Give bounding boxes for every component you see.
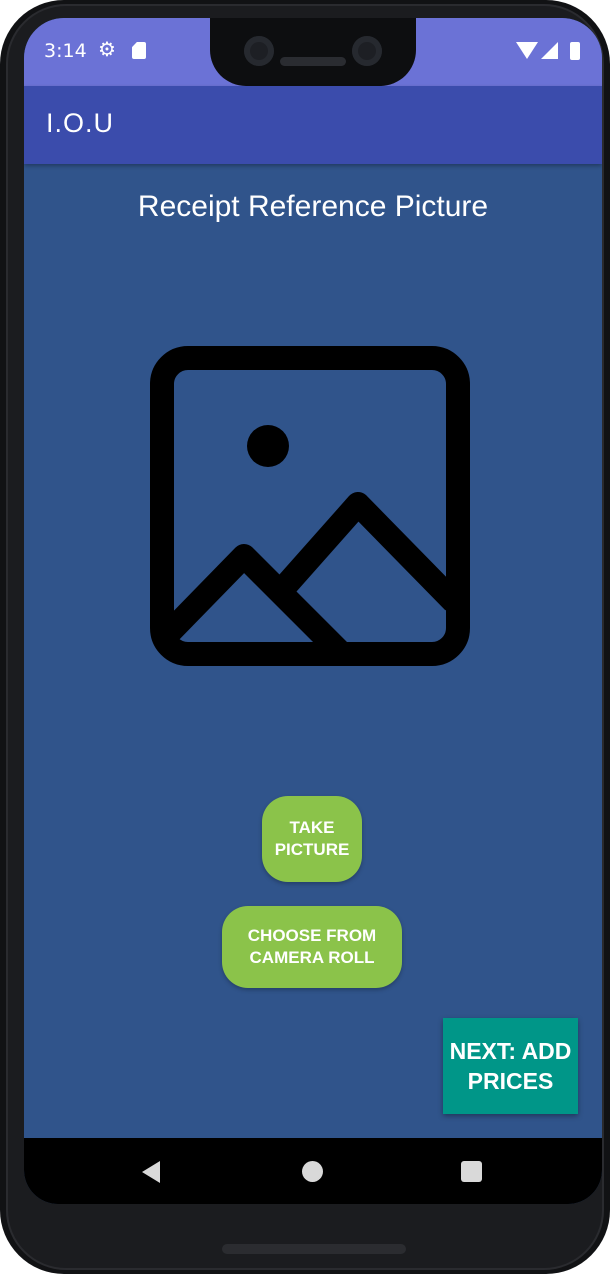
gear-icon: ⚙ xyxy=(98,39,116,61)
cell-signal-icon xyxy=(541,42,558,59)
front-camera-icon xyxy=(352,36,382,66)
battery-icon xyxy=(570,42,580,60)
sd-card-icon xyxy=(132,42,146,59)
choose-camera-roll-button[interactable]: CHOOSE FROM CAMERA ROLL xyxy=(222,906,402,988)
recents-icon[interactable] xyxy=(461,1161,482,1182)
navigation-bar xyxy=(24,1138,602,1204)
home-icon[interactable] xyxy=(302,1161,323,1182)
status-time: 3:14 xyxy=(44,40,87,62)
back-icon[interactable] xyxy=(142,1161,160,1183)
app-screen: 3:14 ⚙ I.O.U Receipt Reference Picture T… xyxy=(24,18,602,1204)
app-bar: I.O.U xyxy=(24,86,602,164)
take-picture-button[interactable]: TAKE PICTURE xyxy=(262,796,362,882)
camera-notch xyxy=(210,18,416,86)
earpiece-speaker xyxy=(280,57,346,66)
next-add-prices-button[interactable]: NEXT: ADD PRICES xyxy=(443,1018,578,1114)
app-title: I.O.U xyxy=(46,108,115,138)
page-title: Receipt Reference Picture xyxy=(137,190,489,223)
phone-frame: 3:14 ⚙ I.O.U Receipt Reference Picture T… xyxy=(0,0,610,1274)
wifi-icon xyxy=(516,42,538,59)
front-camera-icon xyxy=(244,36,274,66)
bottom-speaker xyxy=(222,1244,406,1254)
image-placeholder-icon[interactable] xyxy=(150,346,470,673)
